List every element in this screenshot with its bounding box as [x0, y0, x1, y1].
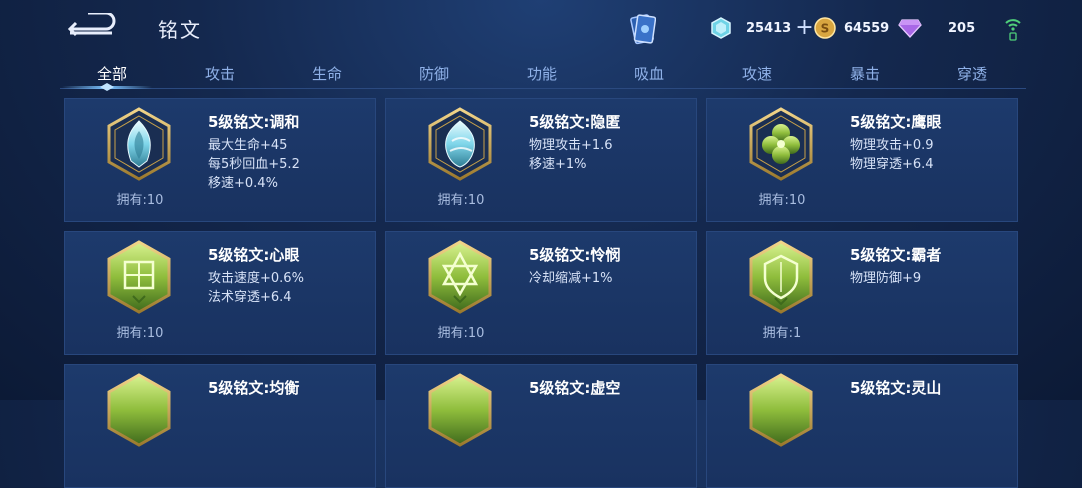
stat-line: 移速+1%	[529, 157, 587, 172]
tab-divider	[60, 88, 1026, 89]
inscription-card[interactable]: 5级铭文:虚空	[385, 364, 697, 488]
add-crystal-button[interactable]: +	[795, 17, 813, 39]
tab-penetration[interactable]: 穿透	[932, 63, 1012, 84]
owned-count: 拥有:1	[762, 326, 802, 341]
stat-line: 物理攻击+1.6	[529, 138, 613, 153]
stat-line: 法术穿透+6.4	[208, 290, 292, 305]
green-clover-emblem-icon	[749, 107, 813, 181]
back-arrow-icon[interactable]	[66, 13, 116, 41]
owned-count: 拥有:10	[758, 193, 806, 208]
inscription-stats: 攻击速度+0.6% 法术穿透+6.4	[208, 269, 304, 307]
inscription-name: 5级铭文:调和	[208, 113, 300, 131]
green-emblem-icon	[428, 373, 492, 447]
tab-attack[interactable]: 攻击	[180, 63, 260, 84]
green-star-emblem-icon	[428, 240, 492, 314]
top-bar: 铭文 25413 + S 64559 205	[0, 0, 1082, 58]
inscription-card[interactable]: 5级铭文:灵山	[706, 364, 1018, 488]
gold-coin-icon: S	[814, 17, 836, 39]
owned-count: 拥有:10	[116, 193, 164, 208]
green-emblem-icon	[749, 373, 813, 447]
diamond-icon	[898, 19, 922, 38]
category-tabs: 全部 攻击 生命 防御 功能 吸血 攻速 暴击 穿透	[60, 58, 1026, 92]
inscription-card[interactable]: 5级铭文:均衡	[64, 364, 376, 488]
inscription-name: 5级铭文:灵山	[850, 379, 942, 397]
teal-flame-emblem-icon	[428, 107, 492, 181]
green-emblem-icon	[107, 373, 171, 447]
stat-line: 物理攻击+0.9	[850, 138, 934, 153]
inscription-name: 5级铭文:虚空	[529, 379, 621, 397]
tab-defense[interactable]: 防御	[394, 63, 474, 84]
crystal-icon	[711, 17, 731, 39]
stat-line: 攻击速度+0.6%	[208, 271, 304, 286]
inscription-stats: 冷却缩减+1%	[529, 269, 613, 288]
crystal-resource: 25413 +	[710, 14, 814, 42]
inscription-name: 5级铭文:霸者	[850, 246, 942, 264]
inscription-card[interactable]: 拥有:10 5级铭文:心眼 攻击速度+0.6% 法术穿透+6.4	[64, 231, 376, 355]
stat-line: 物理防御+9	[850, 271, 922, 286]
tab-all[interactable]: 全部	[72, 63, 152, 84]
owned-count: 拥有:10	[116, 326, 164, 341]
page-title: 铭文	[158, 18, 202, 42]
tab-lifesteal[interactable]: 吸血	[609, 63, 689, 84]
svg-text:S: S	[821, 22, 830, 36]
tab-attack-speed[interactable]: 攻速	[717, 63, 797, 84]
inscription-name: 5级铭文:心眼	[208, 246, 300, 264]
inscription-card[interactable]: 拥有:10 5级铭文:调和 最大生命+45 每5秒回血+5.2 移速+0.4%	[64, 98, 376, 222]
tab-health[interactable]: 生命	[287, 63, 367, 84]
stat-line: 物理穿透+6.4	[850, 157, 934, 172]
active-tab-marker-icon	[100, 83, 114, 91]
inscription-card[interactable]: 拥有:10 5级铭文:怜悯 冷却缩减+1%	[385, 231, 697, 355]
gem-count: 205	[948, 20, 976, 36]
stat-line: 移速+0.4%	[208, 176, 278, 191]
inscription-stats: 最大生命+45 每5秒回血+5.2 移速+0.4%	[208, 136, 300, 193]
stat-line: 冷却缩减+1%	[529, 271, 613, 286]
tab-function[interactable]: 功能	[502, 63, 582, 84]
wifi-signal-icon	[1005, 19, 1021, 41]
owned-count: 拥有:10	[437, 193, 485, 208]
teal-flame-emblem-icon	[107, 107, 171, 181]
inscription-stats: 物理防御+9	[850, 269, 921, 288]
inscription-name: 5级铭文:怜悯	[529, 246, 621, 264]
inscription-card[interactable]: 拥有:1 5级铭文:霸者 物理防御+9	[706, 231, 1018, 355]
gold-count: 64559	[844, 20, 890, 36]
gem-resource: 205	[898, 14, 975, 42]
tab-critical[interactable]: 暴击	[825, 63, 905, 84]
inscription-stats: 物理攻击+1.6 移速+1%	[529, 136, 613, 174]
inscription-stats: 物理攻击+0.9 物理穿透+6.4	[850, 136, 934, 174]
inscription-name: 5级铭文:鹰眼	[850, 113, 942, 131]
stat-line: 最大生命+45	[208, 138, 288, 153]
crystal-count: 25413	[746, 20, 792, 36]
card-pack-icon[interactable]	[630, 12, 656, 46]
gold-resource: S 64559	[814, 14, 889, 42]
inscription-name: 5级铭文:隐匿	[529, 113, 621, 131]
green-shield-emblem-icon	[749, 240, 813, 314]
inscription-card[interactable]: 拥有:10 5级铭文:隐匿 物理攻击+1.6 移速+1%	[385, 98, 697, 222]
stat-line: 每5秒回血+5.2	[208, 157, 300, 172]
owned-count: 拥有:10	[437, 326, 485, 341]
inscription-name: 5级铭文:均衡	[208, 379, 300, 397]
green-gate-emblem-icon	[107, 240, 171, 314]
inscription-card[interactable]: 拥有:10 5级铭文:鹰眼 物理攻击+0.9 物理穿透+6.4	[706, 98, 1018, 222]
